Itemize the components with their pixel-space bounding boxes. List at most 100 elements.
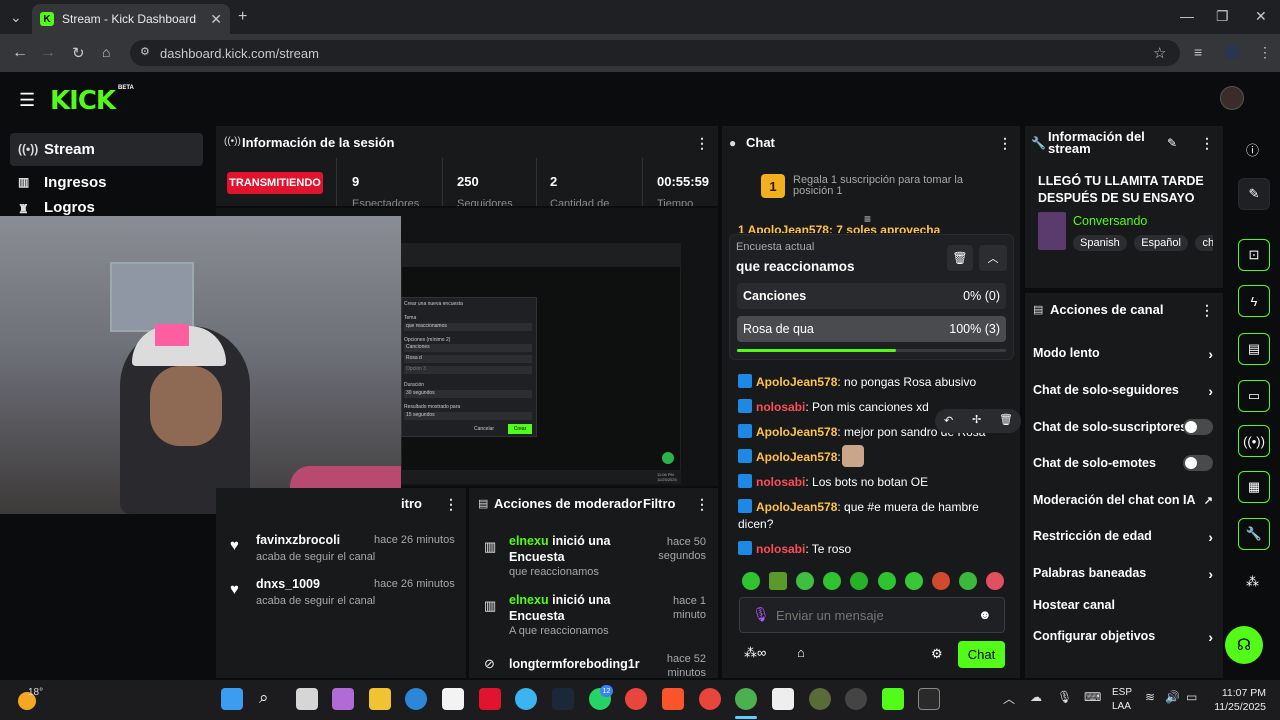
category-thumbnail[interactable] [1038, 212, 1066, 250]
info-icon[interactable]: ⓘ [1246, 140, 1259, 159]
rail-chat-button[interactable]: ▭ [1238, 380, 1270, 412]
chat-message[interactable]: nolosabi: Los bots no botan OE [738, 474, 1008, 491]
chat-message[interactable]: ApoloJean578: [738, 449, 1008, 466]
url-bar[interactable]: dashboard.kick.com/stream [130, 40, 1180, 66]
steam-icon[interactable] [552, 688, 574, 710]
followers-only-item[interactable]: Chat de solo-seguidores › [1033, 383, 1213, 399]
tag-chip[interactable]: chi [1195, 235, 1213, 251]
clock-time[interactable]: 11:07 PM [1212, 687, 1266, 699]
store-icon[interactable]: ⌂ [797, 645, 805, 660]
sidebar-item-ingresos[interactable]: ▥ Ingresos [10, 166, 203, 199]
chat-message-input[interactable] [776, 604, 966, 626]
obs-icon[interactable] [845, 688, 867, 710]
session-menu-icon[interactable]: ⋮ [695, 135, 709, 152]
sidebar-item-logros[interactable]: ♜ Logros [10, 199, 203, 216]
kick-points-icon[interactable]: ⁂∞ [744, 645, 766, 661]
emotes-only-toggle[interactable] [1183, 455, 1213, 471]
chat-menu-icon[interactable]: ⋮ [998, 135, 1012, 152]
chat-username[interactable]: ApoloJean578 [756, 450, 837, 464]
rail-edit-button[interactable]: ✎ [1238, 178, 1270, 210]
emoji-picker-icon[interactable]: ☻ [978, 607, 992, 622]
tag-chip[interactable]: Español [1134, 235, 1188, 251]
pin-icon[interactable]: ✢ [972, 413, 981, 426]
poll-option-canciones[interactable]: Canciones 0% (0) [737, 283, 1006, 309]
volume-icon[interactable]: 🔊 [1165, 690, 1180, 704]
support-headset-button[interactable]: ☊ [1225, 626, 1263, 664]
poll-delete-button[interactable]: 🗑 [947, 245, 973, 271]
age-restriction-item[interactable]: Restricción de edad › [1033, 529, 1213, 545]
chat-username[interactable]: nolosabi [756, 400, 805, 414]
gift-prompt[interactable]: Regala 1 suscripción para tomar la posic… [793, 175, 963, 197]
mod-filter-button[interactable]: Filtro [643, 496, 676, 511]
keyboard-icon[interactable]: ⌨ [1084, 690, 1101, 704]
delete-icon[interactable]: 🗑 [999, 413, 1013, 426]
app-icon[interactable] [515, 688, 537, 710]
user-avatar[interactable] [1220, 86, 1244, 110]
capcut-icon[interactable] [772, 688, 794, 710]
app-icon[interactable] [809, 688, 831, 710]
tab-search-icon[interactable]: ⌄ [10, 9, 22, 26]
emote-icon[interactable] [958, 572, 977, 590]
mod-username[interactable]: elnexu [509, 593, 549, 607]
battery-icon[interactable]: ▭ [1186, 690, 1197, 704]
mod-username[interactable]: elnexu [509, 534, 549, 548]
emote-icon[interactable] [931, 572, 950, 590]
wifi-icon[interactable]: ≋ [1145, 690, 1155, 704]
tray-chevron-icon[interactable]: ︿ [1003, 690, 1015, 707]
chat-username[interactable]: nolosabi [756, 542, 805, 556]
reply-icon[interactable]: ↶ [944, 414, 953, 427]
start-icon[interactable] [221, 688, 243, 710]
follower-name[interactable]: dnxs_1009 [256, 577, 320, 591]
brave-icon[interactable] [662, 688, 684, 710]
configure-goals-item[interactable]: Configurar objetivos › [1033, 629, 1213, 645]
store-icon[interactable] [442, 688, 464, 710]
chrome-icon[interactable] [699, 688, 721, 710]
kick-logo[interactable]: KICK [50, 86, 116, 116]
media-control-icon[interactable]: ≡ [1194, 44, 1202, 60]
chat-username[interactable]: ApoloJean578 [756, 500, 837, 514]
new-tab-button[interactable]: + [238, 8, 247, 26]
channel-actions-menu-icon[interactable]: ⋮ [1200, 302, 1214, 319]
site-info-icon[interactable]: ⚙ [140, 45, 150, 58]
rail-lightning-button[interactable]: ϟ [1238, 285, 1270, 317]
red-app-icon[interactable] [479, 688, 501, 710]
stream-info-menu-icon[interactable]: ⋮ [1200, 135, 1214, 152]
microphone-icon[interactable]: 🎙 [752, 606, 770, 623]
chrome-icon[interactable] [625, 688, 647, 710]
emote-icon[interactable] [796, 572, 815, 590]
maximize-button[interactable]: ❐ [1216, 8, 1229, 25]
chat-username[interactable]: ApoloJean578 [756, 425, 837, 439]
emote-icon[interactable] [877, 572, 896, 590]
chat-settings-icon[interactable]: ⚙ [931, 646, 943, 662]
emote-icon[interactable] [904, 572, 923, 590]
kick-app-icon[interactable] [882, 688, 904, 710]
mod-menu-icon[interactable]: ⋮ [695, 496, 709, 513]
task-view-icon[interactable] [296, 688, 318, 710]
chat-message[interactable]: ApoloJean578: no pongas Rosa abusivo [738, 374, 1008, 391]
rail-apps-icon[interactable]: ⁂ [1246, 574, 1259, 590]
emote-icon[interactable] [769, 572, 788, 590]
back-icon[interactable]: ← [12, 44, 28, 62]
emote-icon[interactable] [742, 572, 760, 590]
search-icon[interactable]: ⌕ [259, 688, 269, 708]
poll-collapse-button[interactable]: ︿ [979, 245, 1007, 271]
chat-username[interactable]: nolosabi [756, 475, 805, 489]
mod-username[interactable]: longtermforeboding1r [509, 657, 640, 671]
host-channel-item[interactable]: Hostear canal [1033, 598, 1213, 612]
profile-avatar[interactable] [1224, 45, 1240, 61]
edit-pencil-icon[interactable]: ✎ [1167, 136, 1177, 150]
rail-layout-button[interactable]: ▦ [1238, 471, 1270, 503]
follower-name[interactable]: favinxzbrocoli [256, 533, 340, 547]
chrome-menu-icon[interactable]: ⋮ [1258, 44, 1272, 61]
emote-icon[interactable] [850, 572, 869, 590]
rail-broadcast-button[interactable]: ((•)) [1238, 425, 1270, 457]
rail-notes-button[interactable]: ▤ [1238, 333, 1270, 365]
banned-words-item[interactable]: Palabras baneadas › [1033, 566, 1213, 582]
browser-tab[interactable]: K Stream - Kick Dashboard ✕ [32, 4, 230, 34]
reload-icon[interactable]: ↻ [72, 44, 85, 62]
chat-message[interactable]: ApoloJean578: que #e muera de hambre dic… [738, 499, 1008, 533]
chat-send-button[interactable]: Chat [958, 641, 1005, 668]
tag-chip[interactable]: Spanish [1073, 235, 1127, 251]
window-close-button[interactable]: ✕ [1255, 8, 1267, 25]
chat-message[interactable]: nolosabi: Te roso [738, 541, 1008, 558]
